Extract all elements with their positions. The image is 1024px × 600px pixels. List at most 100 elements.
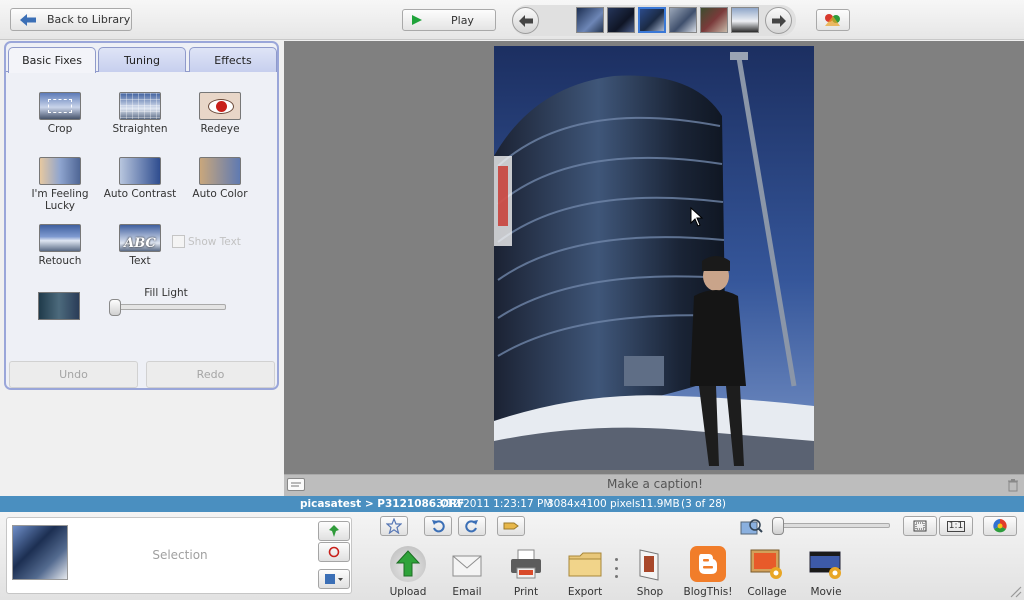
collage-action[interactable]: Collage: [737, 546, 797, 598]
rotate-right-button[interactable]: [458, 516, 486, 536]
filmstrip-thumbnail[interactable]: [576, 7, 604, 33]
fit-window-icon: [913, 520, 927, 532]
caption-input[interactable]: Make a caption!: [490, 477, 820, 491]
album-dropdown-button[interactable]: [318, 569, 350, 589]
play-icon: [412, 15, 422, 25]
export-action[interactable]: Export: [555, 546, 615, 598]
actual-size-button[interactable]: 1:1: [939, 516, 973, 536]
tab-effects[interactable]: Effects: [189, 47, 277, 72]
resize-grip-icon[interactable]: [1008, 584, 1022, 598]
photo-datetime: 3/12/2011 1:23:17 PM: [436, 498, 553, 510]
back-to-library-button[interactable]: Back to Library: [10, 8, 132, 31]
feeling-lucky-label: I'm Feeling Lucky: [31, 188, 89, 212]
filmstrip-thumbnail[interactable]: [700, 7, 728, 33]
undo-button[interactable]: Undo: [9, 361, 138, 388]
redo-button[interactable]: Redo: [146, 361, 275, 388]
caption-icon: [291, 482, 301, 487]
trash-icon[interactable]: [1007, 478, 1019, 492]
filmstrip-thumbnail[interactable]: [607, 7, 635, 33]
mouse-cursor-icon: [690, 207, 704, 227]
redeye-label: Redeye: [200, 123, 240, 135]
email-action[interactable]: Email: [437, 546, 497, 598]
color-swatch-button[interactable]: [983, 516, 1017, 536]
arrow-left-icon: [20, 13, 36, 26]
share-people-button[interactable]: [816, 9, 850, 31]
photo-dimensions: 3084x4100 pixels: [547, 498, 641, 510]
print-action[interactable]: Print: [496, 546, 556, 598]
edit-panel: Basic Fixes Tuning Effects Crop Straight…: [4, 41, 279, 390]
fit-to-window-button[interactable]: [903, 516, 937, 536]
zoom-slider-handle[interactable]: [772, 517, 784, 535]
auto-contrast-icon: [119, 157, 161, 185]
album-icon: [325, 574, 343, 584]
show-text-option[interactable]: Show Text: [172, 235, 241, 248]
tab-tuning[interactable]: Tuning: [98, 47, 186, 72]
rotate-left-icon: [432, 520, 445, 533]
text-tool[interactable]: ABC Text: [100, 224, 180, 267]
arrow-left-icon: [518, 14, 533, 27]
zoom-icon[interactable]: [740, 518, 764, 536]
building-photo-image: [494, 46, 814, 470]
back-to-library-label: Back to Library: [47, 13, 131, 26]
auto-contrast-tool[interactable]: Auto Contrast: [100, 157, 180, 200]
shop-action[interactable]: Shop: [620, 546, 680, 598]
upload-label: Upload: [389, 586, 427, 598]
fill-light-label: Fill Light: [144, 287, 188, 299]
straighten-label: Straighten: [112, 123, 168, 135]
toolbar-separator: [615, 558, 619, 578]
star-icon: [386, 518, 402, 534]
rotate-left-button[interactable]: [424, 516, 452, 536]
play-label: Play: [451, 13, 474, 27]
envelope-icon: [449, 546, 485, 582]
filmstrip-thumbnail-selected[interactable]: [638, 7, 666, 33]
fill-light-icon: [38, 292, 80, 320]
arrow-right-icon: [771, 14, 786, 27]
movie-action[interactable]: Movie: [796, 546, 856, 598]
upload-action[interactable]: Upload: [378, 546, 438, 598]
blogthis-action[interactable]: BlogThis!: [678, 546, 738, 598]
straighten-tool[interactable]: Straighten: [100, 92, 180, 135]
photo-position: (3 of 28): [681, 498, 727, 510]
fill-light-slider-handle[interactable]: [109, 299, 121, 316]
pin-icon: [329, 525, 339, 537]
retouch-tool[interactable]: Retouch: [20, 224, 100, 267]
auto-color-label: Auto Color: [192, 188, 248, 200]
next-photo-button[interactable]: [765, 7, 792, 34]
filmstrip-thumbnail[interactable]: [731, 7, 759, 33]
blogger-icon: [690, 546, 726, 582]
movie-label: Movie: [810, 586, 842, 598]
fill-light-slider-track[interactable]: [109, 304, 226, 310]
photo-info-bar: picasatest > P3121086.ORF 3/12/2011 1:23…: [0, 496, 1024, 512]
actual-size-label: 1:1: [946, 520, 966, 532]
folder-icon: [567, 546, 603, 582]
tray-thumbnail[interactable]: [12, 525, 68, 580]
previous-photo-button[interactable]: [512, 7, 539, 34]
auto-color-tool[interactable]: Auto Color: [180, 157, 260, 200]
zoom-slider-track[interactable]: [775, 523, 890, 528]
retouch-icon: [39, 224, 81, 252]
tag-button[interactable]: [497, 516, 525, 536]
feeling-lucky-tool[interactable]: I'm Feeling Lucky: [20, 157, 100, 212]
clear-circle-icon: [328, 546, 340, 558]
email-label: Email: [452, 586, 482, 598]
redeye-tool[interactable]: Redeye: [180, 92, 260, 135]
star-button[interactable]: [380, 516, 408, 536]
people-icon: [825, 14, 840, 26]
clear-selection-button[interactable]: [318, 542, 350, 562]
caption-toggle-button[interactable]: [287, 478, 305, 491]
play-slideshow-button[interactable]: Play: [402, 9, 496, 31]
show-text-checkbox[interactable]: [172, 235, 185, 248]
hold-pin-button[interactable]: [318, 521, 350, 541]
collage-icon: [749, 546, 785, 582]
upload-icon: [390, 546, 426, 582]
filmstrip-thumbnail[interactable]: [669, 7, 697, 33]
tab-label: Basic Fixes: [22, 54, 82, 67]
tag-icon: [503, 522, 519, 530]
auto-color-icon: [199, 157, 241, 185]
straighten-icon: [119, 92, 161, 120]
rotate-right-icon: [465, 520, 478, 533]
main-photo[interactable]: [494, 46, 814, 470]
crop-tool[interactable]: Crop: [20, 92, 100, 135]
movie-icon: [808, 546, 844, 582]
tab-basic-fixes[interactable]: Basic Fixes: [8, 47, 96, 73]
